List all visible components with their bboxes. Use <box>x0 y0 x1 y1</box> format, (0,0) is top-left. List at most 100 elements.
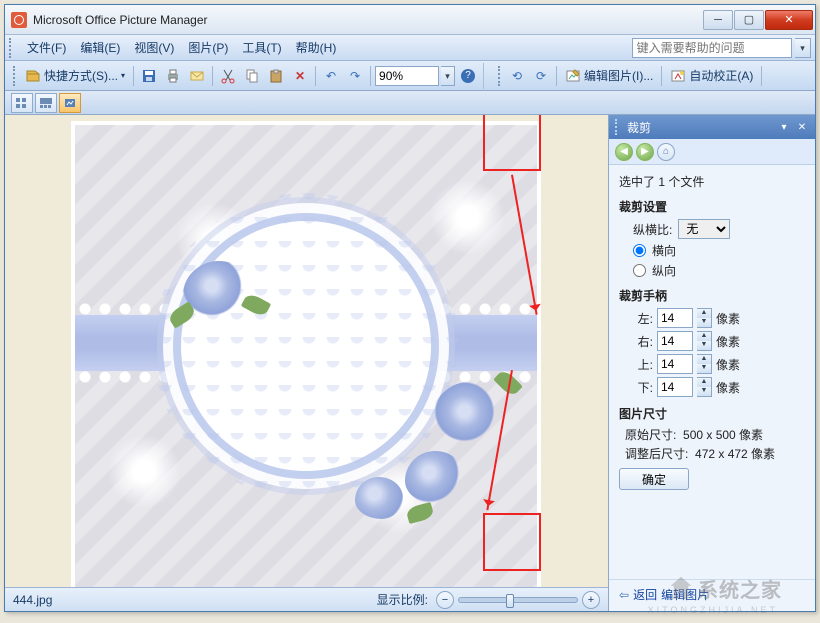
undo-button[interactable]: ↶ <box>320 65 342 87</box>
orig-size-label: 原始尺寸: <box>625 428 676 442</box>
left-label: 左: <box>633 310 653 327</box>
maximize-button[interactable]: ▢ <box>734 10 764 30</box>
annotation-box <box>483 513 541 571</box>
zoom-slider[interactable] <box>458 597 578 603</box>
auto-correct-button[interactable]: 自动校正(A) <box>666 65 757 87</box>
nav-forward-button[interactable]: ▶ <box>636 143 654 161</box>
back-icon: ◀ <box>620 146 628 157</box>
rotate-left-button[interactable]: ⟲ <box>506 65 528 87</box>
unit-label: 像素 <box>716 356 740 373</box>
menu-help[interactable]: 帮助(H) <box>290 37 343 58</box>
main-area: 444.jpg 显示比例: − + 裁剪 ▾ ✕ ◀ ▶ ⌂ <box>5 115 815 611</box>
zoom-label: 显示比例: <box>377 591 428 608</box>
right-input[interactable] <box>657 331 693 351</box>
decorative-leaf <box>405 502 434 524</box>
picture-size-title: 图片尺寸 <box>619 405 805 422</box>
right-spinner[interactable]: ▲▼ <box>697 331 712 351</box>
help-search: ▾ <box>632 38 811 58</box>
dropdown-icon: ▾ <box>121 71 125 80</box>
picture-with-crop[interactable] <box>71 121 541 587</box>
menu-edit[interactable]: 编辑(E) <box>74 37 126 58</box>
right-label: 右: <box>633 333 653 350</box>
bottom-input[interactable] <box>657 377 693 397</box>
unit-label: 像素 <box>716 333 740 350</box>
paste-icon <box>268 68 284 84</box>
paste-button[interactable] <box>265 65 287 87</box>
toolbar-grip-icon[interactable] <box>13 66 19 86</box>
crop-handles-title: 裁剪手柄 <box>619 287 805 304</box>
picture-content <box>71 121 541 587</box>
single-icon <box>64 98 76 108</box>
copy-button[interactable] <box>241 65 263 87</box>
decorative-rose <box>405 451 465 505</box>
zoom-out-icon: − <box>442 594 448 606</box>
orientation-h-radio[interactable] <box>633 244 646 257</box>
annotation-box <box>483 115 541 171</box>
toolbar-grip-icon[interactable] <box>498 66 504 86</box>
left-spinner[interactable]: ▲▼ <box>697 308 712 328</box>
menu-tools[interactable]: 工具(T) <box>236 37 287 58</box>
minimize-button[interactable]: ─ <box>703 10 733 30</box>
help-icon: ? <box>461 69 475 83</box>
shortcut-button[interactable]: 快捷方式(S)... ▾ <box>21 65 129 87</box>
orientation-v-label: 纵向 <box>652 262 676 279</box>
help-dropdown-icon[interactable]: ▾ <box>795 38 811 58</box>
canvas-viewport[interactable] <box>5 115 608 587</box>
filmstrip-icon <box>40 98 52 108</box>
app-window: Microsoft Office Picture Manager ─ ▢ ✕ 文… <box>4 4 816 612</box>
top-spinner[interactable]: ▲▼ <box>697 354 712 374</box>
single-view-button[interactable] <box>59 93 81 113</box>
pane-menu-button[interactable]: ▾ <box>777 120 791 134</box>
toolbar: 快捷方式(S)... ▾ ✕ ↶ ↷ ▾ ? ⟲ ⟳ <box>5 61 815 91</box>
back-arrow-icon: ⇦ <box>619 588 629 602</box>
orientation-h-label: 横向 <box>652 242 676 259</box>
menu-file[interactable]: 文件(F) <box>21 37 72 58</box>
filmstrip-view-button[interactable] <box>35 93 57 113</box>
shortcut-icon <box>25 68 41 84</box>
print-button[interactable] <box>162 65 184 87</box>
rotate-right-button[interactable]: ⟳ <box>530 65 552 87</box>
pane-close-button[interactable]: ✕ <box>795 120 809 134</box>
zoom-dropdown-icon[interactable]: ▾ <box>441 66 455 86</box>
menu-view[interactable]: 视图(V) <box>128 37 180 58</box>
save-button[interactable] <box>138 65 160 87</box>
aspect-select[interactable]: 无 <box>678 219 730 239</box>
print-icon <box>165 68 181 84</box>
pane-grip-icon[interactable] <box>615 119 621 135</box>
close-button[interactable]: ✕ <box>765 10 813 30</box>
zoom-thumb[interactable] <box>506 594 514 608</box>
nav-back-button[interactable]: ◀ <box>615 143 633 161</box>
menu-picture[interactable]: 图片(P) <box>182 37 234 58</box>
delete-button[interactable]: ✕ <box>289 65 311 87</box>
window-buttons: ─ ▢ ✕ <box>703 10 813 30</box>
home-icon: ⌂ <box>663 146 669 157</box>
help-button[interactable]: ? <box>457 65 479 87</box>
edit-pictures-button[interactable]: 编辑图片(I)... <box>561 65 657 87</box>
mail-button[interactable] <box>186 65 208 87</box>
task-pane-body: 选中了 1 个文件 裁剪设置 纵横比: 无 横向 纵向 裁剪手柄 左: ▲▼ 像… <box>609 165 815 579</box>
unit-label: 像素 <box>716 379 740 396</box>
redo-button[interactable]: ↷ <box>344 65 366 87</box>
cut-icon <box>220 68 236 84</box>
task-pane-header: 裁剪 ▾ ✕ <box>609 115 815 139</box>
left-input[interactable] <box>657 308 693 328</box>
ok-button[interactable]: 确定 <box>619 468 689 490</box>
zoom-in-button[interactable]: + <box>582 591 600 609</box>
unit-label: 像素 <box>716 310 740 327</box>
bottom-spinner[interactable]: ▲▼ <box>697 377 712 397</box>
window-title: Microsoft Office Picture Manager <box>33 13 703 27</box>
zoom-control: − + <box>436 591 600 609</box>
app-icon <box>11 12 27 28</box>
thumbnail-view-button[interactable] <box>11 93 33 113</box>
back-link[interactable]: 返回 <box>633 586 657 603</box>
nav-home-button[interactable]: ⌂ <box>657 143 675 161</box>
zoom-input[interactable] <box>375 66 439 86</box>
orientation-v-radio[interactable] <box>633 264 646 277</box>
cut-button[interactable] <box>217 65 239 87</box>
top-input[interactable] <box>657 354 693 374</box>
task-pane: 裁剪 ▾ ✕ ◀ ▶ ⌂ 选中了 1 个文件 裁剪设置 纵横比: 无 横向 纵向 <box>609 115 815 611</box>
toolbar-grip-icon[interactable] <box>9 38 15 58</box>
help-input[interactable] <box>632 38 792 58</box>
zoom-out-button[interactable]: − <box>436 591 454 609</box>
auto-correct-label: 自动校正(A) <box>689 67 753 84</box>
